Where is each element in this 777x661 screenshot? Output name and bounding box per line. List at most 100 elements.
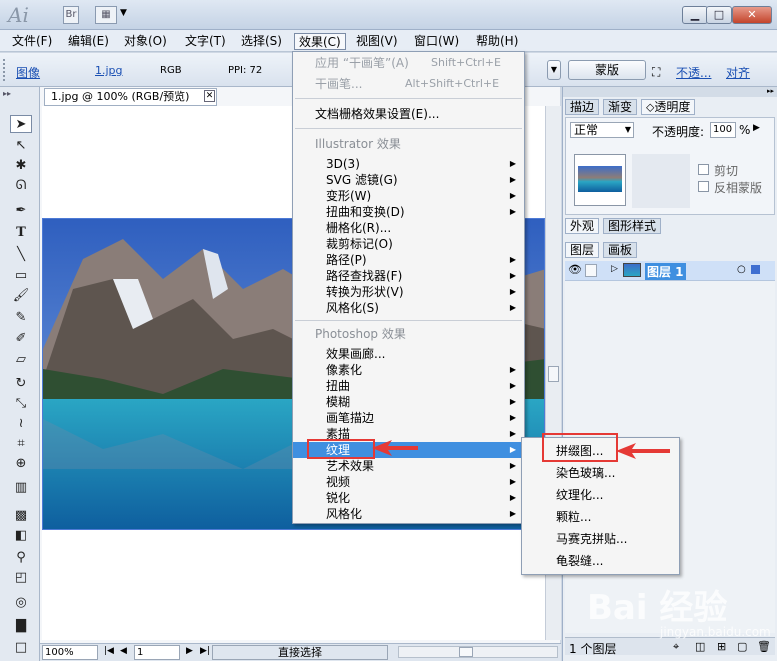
- opacity-link[interactable]: 不透...: [676, 64, 711, 81]
- layer-row[interactable]: 👁 ▷ 图层 1 ○: [565, 261, 775, 281]
- workspace-layout-icon[interactable]: ▦: [95, 6, 117, 24]
- menu-item-artistic[interactable]: 艺术效果 ▶: [293, 458, 524, 474]
- invert-mask-checkbox[interactable]: [698, 181, 709, 192]
- clip-checkbox[interactable]: [698, 164, 709, 175]
- tab-layers[interactable]: 图层: [565, 242, 600, 258]
- direct-selection-tool-icon[interactable]: ↖: [10, 137, 32, 155]
- symbol-sprayer-tool-icon[interactable]: ◎: [10, 594, 32, 612]
- menu-window[interactable]: 窗口(W): [410, 33, 463, 50]
- new-sublayer-icon[interactable]: ⊞: [717, 640, 726, 653]
- maximize-button[interactable]: □: [706, 6, 732, 24]
- zoom-field[interactable]: 100%: [42, 645, 98, 660]
- menu-item-rasterize[interactable]: 栅格化(R)...: [293, 220, 524, 236]
- free-transform-tool-icon[interactable]: ⌗: [10, 435, 32, 453]
- prev-page-icon[interactable]: ◀: [120, 646, 127, 656]
- type-tool-icon[interactable]: T: [10, 224, 32, 242]
- status-tool[interactable]: 直接选择: [212, 645, 388, 660]
- eraser-tool-icon[interactable]: ▱: [10, 351, 32, 369]
- menu-item-texturizer[interactable]: 纹理化...: [522, 486, 679, 504]
- tab-artboards[interactable]: 画板: [603, 242, 638, 258]
- locate-object-icon[interactable]: ⌖: [673, 640, 679, 654]
- menu-item-path[interactable]: 路径(P) ▶: [293, 252, 524, 268]
- mesh-tool-icon[interactable]: ▩: [10, 507, 32, 525]
- eye-visibility-icon[interactable]: 👁: [568, 263, 582, 276]
- file-link[interactable]: 1.jpg: [95, 64, 123, 77]
- blend-mode-select[interactable]: 正常 ▼: [570, 122, 634, 138]
- menu-view[interactable]: 视图(V): [352, 33, 402, 50]
- scale-tool-icon[interactable]: ⤡: [10, 395, 32, 413]
- scrollbar-thumb[interactable]: [548, 366, 559, 382]
- first-page-icon[interactable]: |◀: [104, 646, 114, 656]
- warp-tool-icon[interactable]: ≀: [10, 415, 32, 433]
- menu-select[interactable]: 选择(S): [237, 33, 286, 50]
- transparency-thumbnail[interactable]: [574, 154, 626, 206]
- opacity-field[interactable]: 100: [710, 122, 736, 138]
- menu-object[interactable]: 对象(O): [120, 33, 171, 50]
- tab-appearance[interactable]: 外观: [565, 218, 600, 234]
- graph-tool-icon[interactable]: ▥: [10, 479, 32, 497]
- grip-handle[interactable]: [3, 59, 9, 81]
- trash-icon[interactable]: 🗑: [757, 640, 771, 653]
- menu-item-effect-gallery[interactable]: 效果画廊...: [293, 346, 524, 362]
- tab-gradient[interactable]: 渐变: [603, 99, 638, 115]
- menu-item-craquelure[interactable]: 龟裂缝...: [522, 552, 679, 570]
- menu-item-stained-glass[interactable]: 染色玻璃...: [522, 464, 679, 482]
- menu-edit[interactable]: 编辑(E): [64, 33, 113, 50]
- document-raster-settings[interactable]: 文档栅格效果设置(E)...: [293, 106, 524, 122]
- paintbrush-tool-icon[interactable]: 🖌: [10, 287, 32, 305]
- menu-file[interactable]: 文件(F): [8, 33, 56, 50]
- transform-icon[interactable]: ⛶: [652, 65, 660, 80]
- mask-button[interactable]: 蒙版: [568, 60, 646, 80]
- tab-transparency[interactable]: ⬦透明度: [641, 99, 696, 115]
- mask-slot[interactable]: [632, 154, 690, 208]
- last-effect[interactable]: 干画笔... Alt+Shift+Ctrl+E: [293, 76, 524, 92]
- pencil-tool-icon[interactable]: ✎: [10, 309, 32, 327]
- menu-item-stylize-ai[interactable]: 风格化(S) ▶: [293, 300, 524, 316]
- chevron-down-icon[interactable]: ▼: [120, 8, 127, 18]
- eyedropper-tool-icon[interactable]: ⚲: [10, 549, 32, 567]
- new-layer-icon[interactable]: ▢: [737, 640, 747, 653]
- menu-item-warp[interactable]: 变形(W) ▶: [293, 188, 524, 204]
- align-link[interactable]: 对齐: [726, 64, 750, 81]
- last-page-icon[interactable]: ▶|: [200, 646, 210, 656]
- image-link[interactable]: 图像: [16, 64, 40, 81]
- column-graph-tool-icon[interactable]: ▇: [10, 617, 32, 635]
- gradient-tool-icon[interactable]: ◧: [10, 527, 32, 545]
- close-button[interactable]: ✕: [732, 6, 772, 24]
- menu-item-distort[interactable]: 扭曲 ▶: [293, 378, 524, 394]
- menu-item-brush-strokes[interactable]: 画笔描边 ▶: [293, 410, 524, 426]
- horizontal-scrollbar[interactable]: [398, 646, 558, 658]
- menu-item-pixelate[interactable]: 像素化 ▶: [293, 362, 524, 378]
- menu-item-svg-filters[interactable]: SVG 滤镜(G) ▶: [293, 172, 524, 188]
- menu-item-blur[interactable]: 模糊 ▶: [293, 394, 524, 410]
- tab-graphic-styles[interactable]: 图形样式: [603, 218, 662, 234]
- page-field[interactable]: 1: [134, 645, 180, 660]
- blend-tool-icon[interactable]: ◰: [10, 569, 32, 587]
- menu-item-pathfinder[interactable]: 路径查找器(F) ▶: [293, 268, 524, 284]
- magic-wand-tool-icon[interactable]: ✱: [10, 157, 32, 175]
- bridge-icon[interactable]: Br: [63, 6, 79, 24]
- opacity-slider-icon[interactable]: ▶: [753, 123, 760, 133]
- menu-item-grain[interactable]: 颗粒...: [522, 508, 679, 526]
- document-tab[interactable]: 1.jpg @ 100% (RGB/预览) ✕: [44, 88, 217, 106]
- menu-help[interactable]: 帮助(H): [472, 33, 522, 50]
- next-page-icon[interactable]: ▶: [186, 646, 193, 656]
- blob-brush-tool-icon[interactable]: ✐: [10, 330, 32, 348]
- shape-builder-tool-icon[interactable]: ⊕: [10, 455, 32, 473]
- menu-item-3d[interactable]: 3D(3) ▶: [293, 156, 524, 172]
- menu-item-convert-to-shape[interactable]: 转换为形状(V) ▶: [293, 284, 524, 300]
- menu-effect[interactable]: 效果(C): [294, 33, 346, 50]
- menu-item-video[interactable]: 视频 ▶: [293, 474, 524, 490]
- menu-item-mosaic-tiles[interactable]: 马赛克拼贴...: [522, 530, 679, 548]
- lock-toggle[interactable]: [585, 264, 597, 277]
- line-tool-icon[interactable]: ╲: [10, 246, 32, 264]
- collapse-icon[interactable]: ▸▸: [3, 89, 11, 98]
- menu-item-sharpen[interactable]: 锐化 ▶: [293, 490, 524, 506]
- hscroll-thumb[interactable]: [459, 647, 473, 657]
- menu-item-crop-marks[interactable]: 裁剪标记(O): [293, 236, 524, 252]
- tab-stroke[interactable]: 描边: [565, 99, 600, 115]
- pen-tool-icon[interactable]: ✒: [10, 202, 32, 220]
- menu-item-distort-transform[interactable]: 扭曲和变换(D) ▶: [293, 204, 524, 220]
- rectangle-tool-icon[interactable]: ▭: [10, 267, 32, 285]
- dropdown-arrow-icon[interactable]: ▼: [547, 60, 561, 80]
